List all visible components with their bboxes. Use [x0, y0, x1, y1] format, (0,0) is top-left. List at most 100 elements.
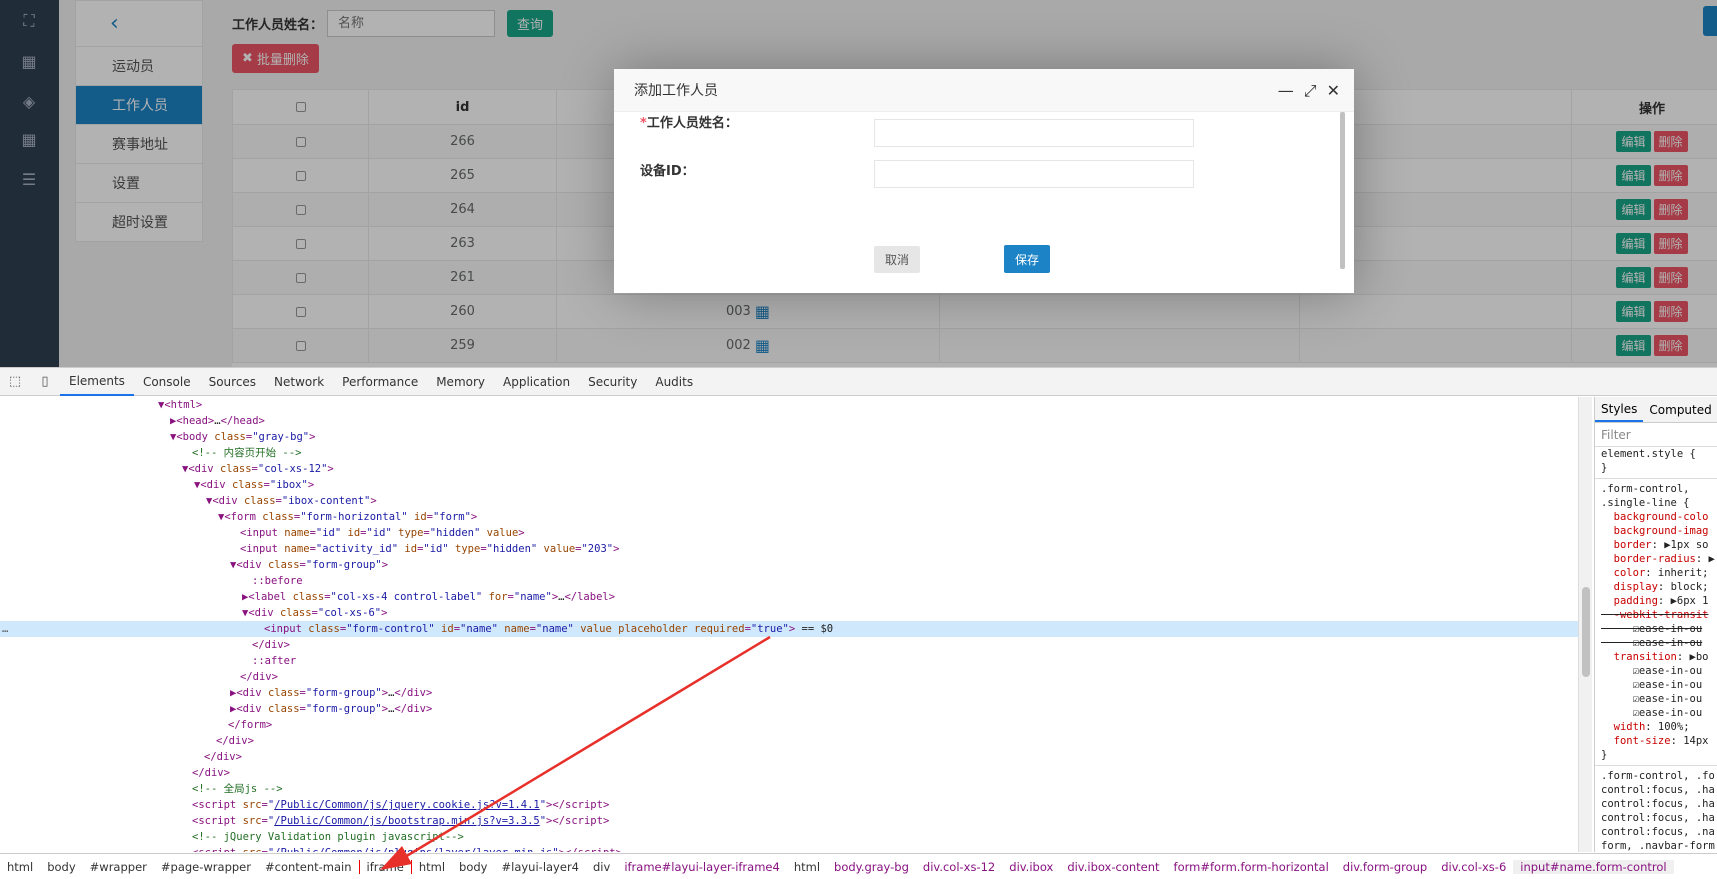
- dom-line[interactable]: </div>: [0, 765, 1578, 781]
- style-rule: .form-control, .fo: [1601, 770, 1715, 782]
- breadcrumb-item[interactable]: #page-wrapper: [154, 860, 258, 874]
- breadcrumb-item[interactable]: input#name.form-control: [1513, 860, 1674, 874]
- device-toggle-icon[interactable]: ▯: [30, 374, 60, 389]
- style-rule: transition: ▶bo: [1613, 651, 1709, 663]
- breadcrumb-item[interactable]: div.form-group: [1336, 860, 1434, 874]
- devtools-tabbar: ⬚ ▯ Elements Console Sources Network Per…: [0, 368, 1717, 396]
- dom-line[interactable]: ▼<html>: [0, 397, 1578, 413]
- style-rule: ☑ease-in-ou: [1601, 693, 1703, 705]
- breadcrumb-item[interactable]: iframe#layui-layer-iframe4: [617, 860, 787, 874]
- style-rule: }: [1601, 749, 1608, 761]
- style-rule: padding: ▶6px 1: [1613, 595, 1709, 607]
- style-rule: control:focus, .ha: [1601, 812, 1715, 824]
- dom-line[interactable]: ▼<form class="form-horizontal" id="form"…: [0, 509, 1578, 525]
- breadcrumb-item[interactable]: html: [412, 860, 452, 874]
- breadcrumb-item[interactable]: div.col-xs-6: [1434, 860, 1513, 874]
- style-rule: control:focus, .ha: [1601, 784, 1715, 796]
- tab-security[interactable]: Security: [579, 368, 646, 396]
- dom-line[interactable]: <input name="id" id="id" type="hidden" v…: [0, 525, 1578, 541]
- dom-line[interactable]: ▼<body class="gray-bg">: [0, 429, 1578, 445]
- dom-line[interactable]: ▼<div class="ibox">: [0, 477, 1578, 493]
- inspect-icon[interactable]: ⬚: [0, 374, 30, 389]
- tab-console[interactable]: Console: [134, 368, 200, 396]
- dom-scroll-thumb[interactable]: [1582, 587, 1590, 677]
- app-area: ⛶ ▦ ◈ ▦ ☰ ‹ 运动员 工作人员 赛事地址 设置 超时设置 工作人员姓名…: [0, 0, 1717, 367]
- breadcrumb-item[interactable]: body.gray-bg: [827, 860, 916, 874]
- dom-line[interactable]: ▶<div class="form-group">…</div>: [0, 701, 1578, 717]
- tab-application[interactable]: Application: [494, 368, 579, 396]
- dom-line-selected[interactable]: … <input class="form-control" id="name" n…: [0, 621, 1578, 637]
- dom-line[interactable]: <script src="/Public/Common/js/bootstrap…: [0, 813, 1578, 829]
- breadcrumb-item[interactable]: div.col-xs-12: [916, 860, 1002, 874]
- breadcrumb-item[interactable]: html: [787, 860, 827, 874]
- dom-line[interactable]: <!-- 全局js -->: [0, 781, 1578, 797]
- dom-line[interactable]: </div>: [0, 637, 1578, 653]
- dom-line[interactable]: <!-- 内容页开始 -->: [0, 445, 1578, 461]
- style-rule: ☑ease-in-ou: [1601, 623, 1703, 635]
- dom-line[interactable]: ▼<div class="ibox-content">: [0, 493, 1578, 509]
- devtools-panel: ⬚ ▯ Elements Console Sources Network Per…: [0, 367, 1717, 879]
- dom-line[interactable]: ▼<div class="form-group">: [0, 557, 1578, 573]
- dom-line[interactable]: ▼<div class="col-xs-12">: [0, 461, 1578, 477]
- tab-performance[interactable]: Performance: [333, 368, 427, 396]
- style-rule: form, .navbar-form: [1601, 840, 1715, 852]
- breadcrumb-item[interactable]: body: [40, 860, 82, 874]
- breadcrumb-item[interactable]: form#form.form-horizontal: [1167, 860, 1336, 874]
- save-button[interactable]: 保存: [1004, 245, 1050, 273]
- tab-audits[interactable]: Audits: [646, 368, 702, 396]
- device-id-input[interactable]: [874, 160, 1194, 188]
- tab-styles[interactable]: Styles: [1595, 397, 1644, 422]
- breadcrumb-item[interactable]: body: [452, 860, 494, 874]
- dom-line[interactable]: </div>: [0, 749, 1578, 765]
- breadcrumb-item[interactable]: #content-main: [258, 860, 359, 874]
- tab-network[interactable]: Network: [265, 368, 333, 396]
- style-rule: font-size: 14px: [1613, 735, 1709, 747]
- breadcrumb-item[interactable]: #wrapper: [83, 860, 154, 874]
- dom-scrollbar[interactable]: [1578, 397, 1592, 852]
- tab-elements[interactable]: Elements: [60, 368, 134, 396]
- dom-line[interactable]: <input name="activity_id" id="id" type="…: [0, 541, 1578, 557]
- device-id-label: 设备ID：: [640, 164, 695, 179]
- breadcrumb-item[interactable]: div.ibox-content: [1060, 860, 1166, 874]
- style-rule: display: block;: [1613, 581, 1709, 593]
- dom-line[interactable]: ▼<div class="col-xs-6">: [0, 605, 1578, 621]
- dom-line[interactable]: ▶<head>…</head>: [0, 413, 1578, 429]
- breadcrumb-item[interactable]: iframe: [358, 860, 412, 874]
- style-rule: ☑ease-in-ou: [1601, 707, 1703, 719]
- maximize-icon[interactable]: ⤢: [1304, 81, 1317, 101]
- style-rule: .form-control,: [1601, 483, 1690, 495]
- dom-line[interactable]: </form>: [0, 717, 1578, 733]
- styles-filter-input[interactable]: Filter: [1595, 423, 1717, 447]
- minimize-icon[interactable]: —: [1278, 81, 1294, 101]
- style-rule: border: ▶1px so: [1613, 539, 1709, 551]
- tab-sources[interactable]: Sources: [200, 368, 265, 396]
- breadcrumb-item[interactable]: div: [586, 860, 617, 874]
- dom-line[interactable]: ▶<div class="form-group">…</div>: [0, 685, 1578, 701]
- dialog-title: 添加工作人员: [614, 69, 1354, 112]
- staff-name-label: *工作人员姓名：: [640, 116, 738, 131]
- dom-line[interactable]: ::before: [0, 573, 1578, 589]
- staff-name-input[interactable]: [874, 119, 1194, 147]
- tab-memory[interactable]: Memory: [427, 368, 494, 396]
- style-rule: -webkit-transit: [1613, 609, 1709, 621]
- style-rule: control:focus, .na: [1601, 826, 1715, 838]
- cancel-button[interactable]: 取消: [874, 246, 920, 273]
- dom-line[interactable]: <!-- jQuery Validation plugin javascript…: [0, 829, 1578, 845]
- dom-line[interactable]: </div>: [0, 733, 1578, 749]
- dom-line[interactable]: ▶<label class="col-xs-4 control-label" f…: [0, 589, 1578, 605]
- close-icon[interactable]: ✕: [1327, 81, 1340, 101]
- dom-line[interactable]: ::after: [0, 653, 1578, 669]
- dom-line[interactable]: <script src="/Public/Common/js/plugins/l…: [0, 845, 1578, 852]
- dom-tree[interactable]: ▼<html> ▶<head>…</head> ▼<body class="gr…: [0, 397, 1578, 852]
- breadcrumb-item[interactable]: div.ibox: [1002, 860, 1060, 874]
- dom-breadcrumb: html body #wrapper #page-wrapper #content-ma…: [0, 853, 1717, 879]
- dom-line[interactable]: <script src="/Public/Common/js/jquery.co…: [0, 797, 1578, 813]
- dialog-scrollbar[interactable]: [1340, 112, 1345, 269]
- tab-computed[interactable]: Computed: [1643, 397, 1717, 422]
- breadcrumb-item[interactable]: #layui-layer4: [495, 860, 587, 874]
- field-name-row: *工作人员姓名：: [640, 112, 872, 131]
- dom-line[interactable]: </div>: [0, 669, 1578, 685]
- style-rule: width: 100%;: [1613, 721, 1690, 733]
- style-rule: ☑ease-in-ou: [1601, 637, 1703, 649]
- breadcrumb-item[interactable]: html: [0, 860, 40, 874]
